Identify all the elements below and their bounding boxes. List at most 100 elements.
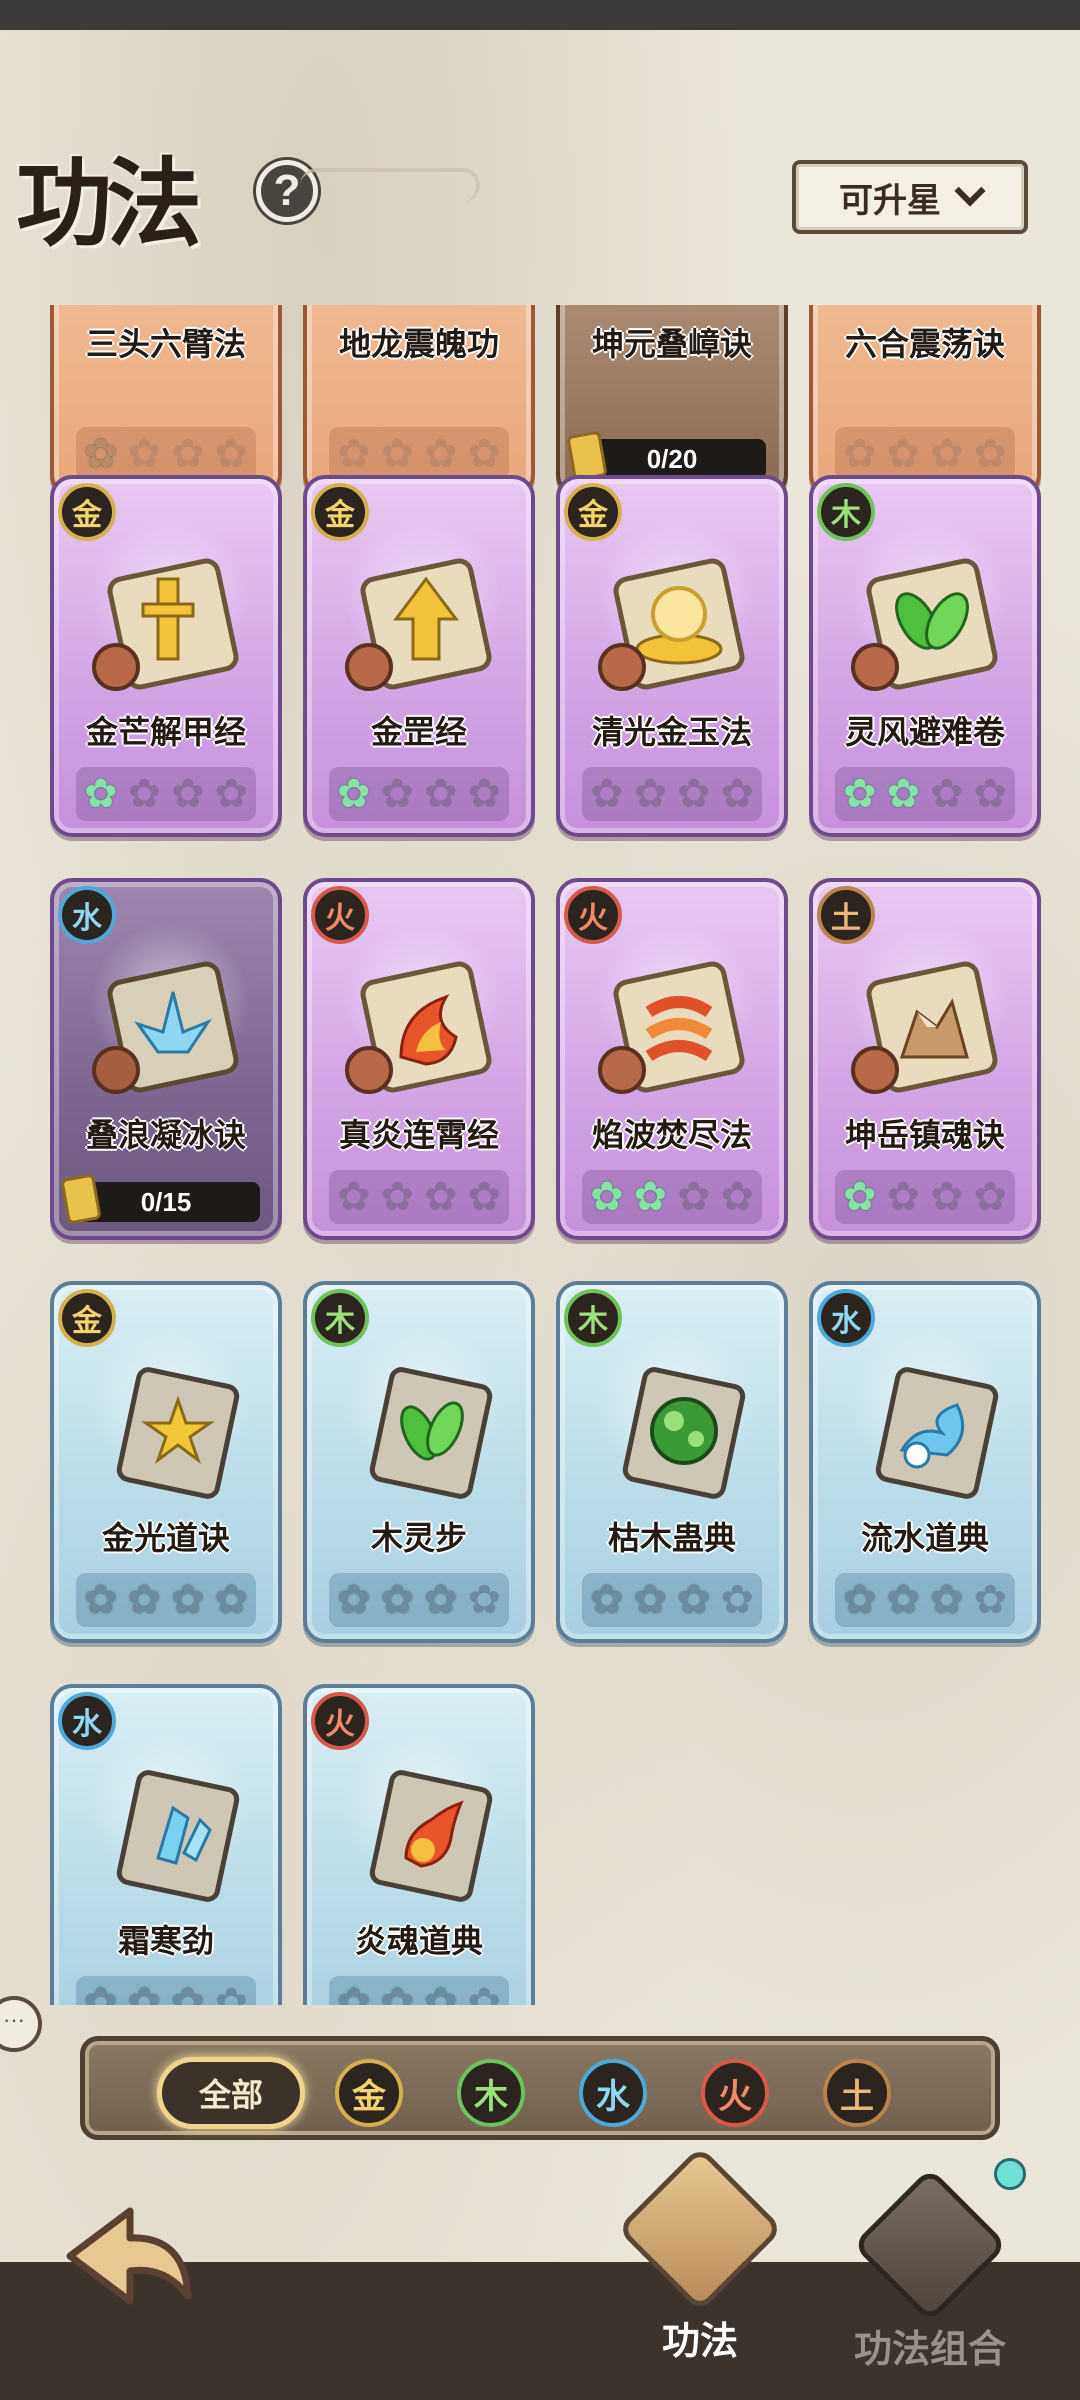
- star-icon: ✿: [84, 1578, 118, 1622]
- star-icon: ✿: [929, 1175, 964, 1219]
- puzzle-piece-icon: [566, 430, 608, 482]
- tab-water[interactable]: 水: [579, 2059, 647, 2127]
- star-icon: ✿: [843, 772, 877, 816]
- skill-card[interactable]: 木 枯木蛊典 ✿ ✿ ✿ ✿: [556, 1281, 788, 1643]
- puzzle-piece-icon: [60, 1173, 102, 1225]
- skill-name: 叠浪凝冰诀: [85, 1117, 246, 1153]
- star-icon: ✿: [380, 1578, 414, 1622]
- leaf-book-icon: [369, 1367, 493, 1499]
- notification-gem-icon: [994, 2158, 1026, 2190]
- tab-fire[interactable]: 火: [701, 2059, 769, 2127]
- star-icon: ✿: [973, 1175, 1007, 1219]
- golden-orb-scroll-icon: [598, 558, 745, 691]
- element-badge-metal: 金: [564, 483, 622, 541]
- element-badge-fire: 火: [311, 886, 369, 944]
- star-icon: ✿: [170, 1578, 205, 1622]
- star-icon: ✿: [929, 772, 964, 816]
- skill-name: 枯木蛊典: [607, 1520, 736, 1556]
- star-icon: ✿: [380, 1981, 414, 2005]
- star-icon: ✿: [590, 1175, 624, 1219]
- nav-gongfa-combo[interactable]: 功法组合: [830, 2167, 1030, 2373]
- scroll-book-icon: [616, 2145, 784, 2313]
- element-badge-metal: 金: [58, 483, 116, 541]
- rock-scroll-icon: [851, 961, 998, 1094]
- tab-earth[interactable]: 土: [823, 2059, 891, 2127]
- star-icon: ✿: [214, 772, 248, 816]
- skill-card[interactable]: 三头六臂法 ✿ ✿ ✿ ✿: [50, 305, 282, 497]
- star-icon: ✿: [423, 432, 458, 476]
- star-icon: ✿: [843, 432, 877, 476]
- skill-card[interactable]: 水 流水道典 ✿ ✿ ✿ ✿: [809, 1281, 1041, 1643]
- tab-all[interactable]: 全部: [157, 2057, 305, 2129]
- star-rating: ✿ ✿ ✿ ✿: [835, 1170, 1015, 1224]
- tab-wood[interactable]: 木: [457, 2059, 525, 2127]
- nav-gongfa[interactable]: 功法: [610, 2145, 790, 2365]
- star-rating: ✿ ✿ ✿ ✿: [329, 1573, 509, 1627]
- ice-shard-book-icon: [116, 1770, 240, 1902]
- skill-card[interactable]: 金 金芒解甲经 ✿ ✿ ✿ ✿: [50, 475, 282, 837]
- skill-card[interactable]: 坤元叠嶂诀 0/20: [556, 305, 788, 497]
- star-icon: ✿: [886, 432, 920, 476]
- star-icon: ✿: [633, 1175, 667, 1219]
- skill-card[interactable]: 木 灵风避难卷 ✿ ✿ ✿ ✿: [809, 475, 1041, 837]
- star-rating: ✿ ✿ ✿ ✿: [329, 427, 509, 481]
- element-badge-water: 水: [58, 1692, 116, 1750]
- star-rating: ✿ ✿ ✿ ✿: [835, 427, 1015, 481]
- star-icon: ✿: [423, 1578, 458, 1622]
- element-badge-wood: 木: [564, 1289, 622, 1347]
- star-icon: ✿: [590, 1578, 624, 1622]
- star-icon: ✿: [84, 1981, 118, 2005]
- star-icon: ✿: [127, 1981, 161, 2005]
- skill-name: 木灵步: [370, 1520, 467, 1556]
- skill-name: 霜寒劲: [117, 1923, 214, 1959]
- star-icon: ✿: [973, 1578, 1007, 1622]
- skill-card[interactable]: 水 叠浪凝冰诀 0/15: [50, 878, 282, 1240]
- skill-card[interactable]: 金 清光金玉法 ✿ ✿ ✿ ✿: [556, 475, 788, 837]
- element-badge-water: 水: [817, 1289, 875, 1347]
- star-icon: ✿: [633, 772, 667, 816]
- skill-card[interactable]: 木 木灵步 ✿ ✿ ✿ ✿: [303, 1281, 535, 1643]
- star-icon: ✿: [590, 772, 624, 816]
- skill-card[interactable]: 水 霜寒劲 ✿ ✿ ✿ ✿: [50, 1684, 282, 2005]
- skill-name: 清光金玉法: [591, 714, 752, 750]
- skill-card[interactable]: 金 金罡经 ✿ ✿ ✿ ✿: [303, 475, 535, 837]
- star-icon: ✿: [886, 1175, 920, 1219]
- star-icon: ✿: [929, 432, 964, 476]
- star-icon: ✿: [843, 1578, 877, 1622]
- star-rating: ✿ ✿ ✿ ✿: [582, 1170, 762, 1224]
- skill-card[interactable]: 火 真炎连霄经 ✿ ✿ ✿ ✿: [303, 878, 535, 1240]
- tab-metal[interactable]: 金: [335, 2059, 403, 2127]
- star-icon: ✿: [973, 432, 1007, 476]
- skill-card[interactable]: 土 坤岳镇魂诀 ✿ ✿ ✿ ✿: [809, 878, 1041, 1240]
- fragment-progress: 0/15: [60, 1173, 260, 1225]
- skill-card[interactable]: 地龙震魄功 ✿ ✿ ✿ ✿: [303, 305, 535, 497]
- element-badge-fire: 火: [311, 1692, 369, 1750]
- flame-scroll-icon: [345, 961, 492, 1094]
- skill-card[interactable]: 火 炎魂道典 ✿ ✿ ✿ ✿: [303, 1684, 535, 2005]
- skill-card[interactable]: 金 金光道诀 ✿ ✿ ✿ ✿: [50, 1281, 282, 1643]
- skill-name: 金芒解甲经: [85, 714, 246, 750]
- back-arrow-icon[interactable]: [50, 2196, 200, 2326]
- skill-card[interactable]: 六合震荡诀 ✿ ✿ ✿ ✿: [809, 305, 1041, 497]
- element-badge-fire: 火: [564, 886, 622, 944]
- skill-name: 金罡经: [370, 714, 467, 750]
- skill-name: 地龙震魄功: [338, 326, 499, 362]
- golden-sword-scroll-icon: [92, 558, 239, 691]
- star-rating: ✿ ✿ ✿ ✿: [76, 767, 256, 821]
- skill-list[interactable]: 三头六臂法 ✿ ✿ ✿ ✿ 地龙震魄功 ✿ ✿ ✿ ✿ 坤元叠嶂诀 0/20 六…: [0, 305, 1080, 2005]
- star-icon: ✿: [467, 1175, 501, 1219]
- star-icon: ✿: [929, 1578, 964, 1622]
- star-icon: ✿: [214, 1981, 248, 2005]
- element-badge-wood: 木: [311, 1289, 369, 1347]
- filter-dropdown[interactable]: 可升星: [792, 160, 1028, 234]
- skill-card[interactable]: 火 焰波焚尽法 ✿ ✿ ✿ ✿: [556, 878, 788, 1240]
- star-rating: ✿ ✿ ✿ ✿: [76, 1573, 256, 1627]
- star-rating: ✿ ✿ ✿ ✿: [329, 767, 509, 821]
- skill-name: 坤元叠嶂诀: [591, 326, 752, 362]
- star-icon: ✿: [127, 432, 161, 476]
- cloud-decoration: [300, 168, 480, 202]
- skill-name: 焰波焚尽法: [591, 1117, 752, 1153]
- star-icon: ✿: [423, 772, 458, 816]
- star-icon: ✿: [886, 1578, 920, 1622]
- skill-name: 炎魂道典: [354, 1923, 483, 1959]
